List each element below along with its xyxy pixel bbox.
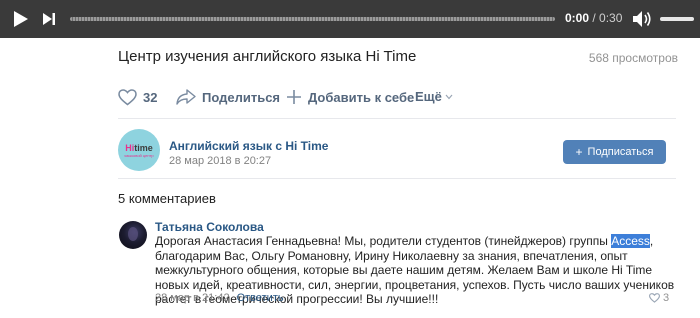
- chevron-down-icon: [445, 94, 453, 100]
- share-button[interactable]: Поделиться: [176, 89, 280, 105]
- next-button[interactable]: [40, 10, 58, 28]
- channel-logo-subtitle: языковой центр: [124, 152, 154, 158]
- channel-avatar[interactable]: Hitime языковой центр: [118, 129, 160, 171]
- share-label: Поделиться: [202, 89, 281, 105]
- comment-like-button[interactable]: 3: [649, 292, 669, 304]
- reply-link[interactable]: Ответить: [237, 292, 284, 304]
- like-count: 32: [143, 90, 158, 105]
- comment-author-avatar[interactable]: [119, 221, 147, 249]
- view-count: 568 просмотров: [588, 51, 678, 65]
- comment-meta: 28 мар в 21:42 Ответить: [155, 292, 284, 304]
- divider: [118, 178, 676, 179]
- like-button[interactable]: 32: [118, 89, 157, 106]
- channel-name-link[interactable]: Английский язык с Hi Time: [169, 139, 328, 153]
- more-button[interactable]: Ещё: [415, 89, 453, 104]
- share-icon: [176, 89, 196, 105]
- volume-icon: [633, 11, 651, 27]
- comment-author-name[interactable]: Татьяна Соколова: [155, 220, 264, 234]
- plus-icon: [286, 89, 302, 105]
- progress-bar[interactable]: [70, 17, 555, 21]
- heart-icon: [649, 293, 660, 303]
- channel-date: 28 мар 2018 в 20:27: [169, 155, 272, 167]
- add-label: Добавить к себе: [308, 89, 415, 105]
- total-time: 0:30: [599, 11, 623, 25]
- selected-text: Access: [611, 234, 650, 248]
- more-label: Ещё: [415, 89, 442, 104]
- comments-count: 5 комментариев: [118, 191, 216, 206]
- add-to-self-button[interactable]: Добавить к себе: [286, 89, 414, 105]
- play-icon: [14, 11, 28, 27]
- time-display: 0:00 / 0:30: [565, 11, 622, 25]
- comment-date: 28 мар в 21:42: [155, 292, 230, 304]
- channel-logo: Hitime: [125, 142, 153, 153]
- plus-icon: +: [575, 145, 583, 159]
- video-player-controls: 0:00 / 0:30: [0, 0, 700, 38]
- video-title: Центр изучения английского языка Hi Time: [118, 48, 417, 65]
- current-time: 0:00: [565, 11, 590, 25]
- volume-slider[interactable]: [660, 17, 694, 21]
- next-icon: [43, 13, 55, 25]
- divider: [118, 118, 676, 119]
- time-separator: /: [589, 11, 600, 25]
- subscribe-button[interactable]: + Подписаться: [563, 140, 666, 164]
- volume-button[interactable]: [632, 9, 652, 29]
- comment-like-count: 3: [663, 292, 670, 304]
- play-button[interactable]: [10, 9, 32, 29]
- subscribe-label: Подписаться: [587, 146, 654, 158]
- heart-icon: [118, 89, 137, 106]
